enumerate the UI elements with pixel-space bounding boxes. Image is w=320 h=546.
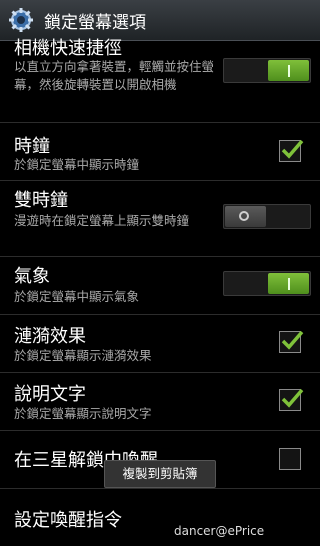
setting-wake-up-command[interactable]: 設定喚醒指令 <box>0 488 320 546</box>
toggle-knob <box>268 60 309 81</box>
page-title: 鎖定螢幕選項 <box>44 12 146 33</box>
setting-weather[interactable]: 氣象 於鎖定螢幕中顯示氣象 <box>0 256 320 315</box>
toggle-knob <box>268 273 309 294</box>
weather-toggle[interactable] <box>223 271 311 296</box>
setting-summary: 以直立方向拿著裝置，輕觸並按住螢幕，然後旋轉裝置以開啟相機 <box>14 59 215 92</box>
setting-title: 相機快速捷徑 <box>14 38 122 59</box>
clock-checkbox[interactable] <box>279 139 304 162</box>
checkmark-icon <box>281 330 304 350</box>
setting-camera-shortcut[interactable]: 相機快速捷徑 以直立方向拿著裝置，輕觸並按住螢幕，然後旋轉裝置以開啟相機 <box>0 38 320 123</box>
setting-title: 說明文字 <box>14 384 86 405</box>
setting-title: 漣漪效果 <box>14 326 86 347</box>
setting-clock[interactable]: 時鐘 於鎖定螢幕中顯示時鐘 <box>0 122 320 181</box>
setting-summary: 於鎖定螢幕中顯示時鐘 <box>14 157 140 172</box>
gear-icon <box>9 8 33 32</box>
setting-summary: 於鎖定螢幕顯示漣漪效果 <box>14 348 152 363</box>
setting-title: 設定喚醒指令 <box>14 510 122 531</box>
setting-help-text[interactable]: 說明文字 於鎖定螢幕顯示說明文字 <box>0 372 320 431</box>
toggle-on-mark <box>288 278 290 290</box>
setting-dual-clock[interactable]: 雙時鐘 漫遊時在鎖定螢幕上顯示雙時鐘 <box>0 180 320 257</box>
checkmark-icon <box>281 388 304 408</box>
toggle-off-mark <box>239 211 249 221</box>
toast-message: 複製到剪貼簿 <box>104 460 216 488</box>
toggle-knob <box>225 206 266 227</box>
ripple-effect-checkbox[interactable] <box>279 330 304 353</box>
setting-title: 氣象 <box>14 266 50 287</box>
camera-shortcut-toggle[interactable] <box>223 58 311 83</box>
wake-up-checkbox[interactable] <box>279 448 301 470</box>
checkmark-icon <box>281 139 304 159</box>
setting-title: 時鐘 <box>14 136 50 157</box>
setting-title: 雙時鐘 <box>14 190 68 211</box>
setting-summary: 於鎖定螢幕顯示說明文字 <box>14 406 152 421</box>
toggle-on-mark <box>288 65 290 77</box>
help-text-checkbox[interactable] <box>279 388 304 411</box>
dual-clock-toggle[interactable] <box>223 204 311 229</box>
setting-summary: 漫遊時在鎖定螢幕上顯示雙時鐘 <box>14 213 190 228</box>
watermark: dancer@ePrice <box>174 524 265 538</box>
setting-summary: 於鎖定螢幕中顯示氣象 <box>14 289 140 304</box>
setting-ripple-effect[interactable]: 漣漪效果 於鎖定螢幕顯示漣漪效果 <box>0 314 320 373</box>
